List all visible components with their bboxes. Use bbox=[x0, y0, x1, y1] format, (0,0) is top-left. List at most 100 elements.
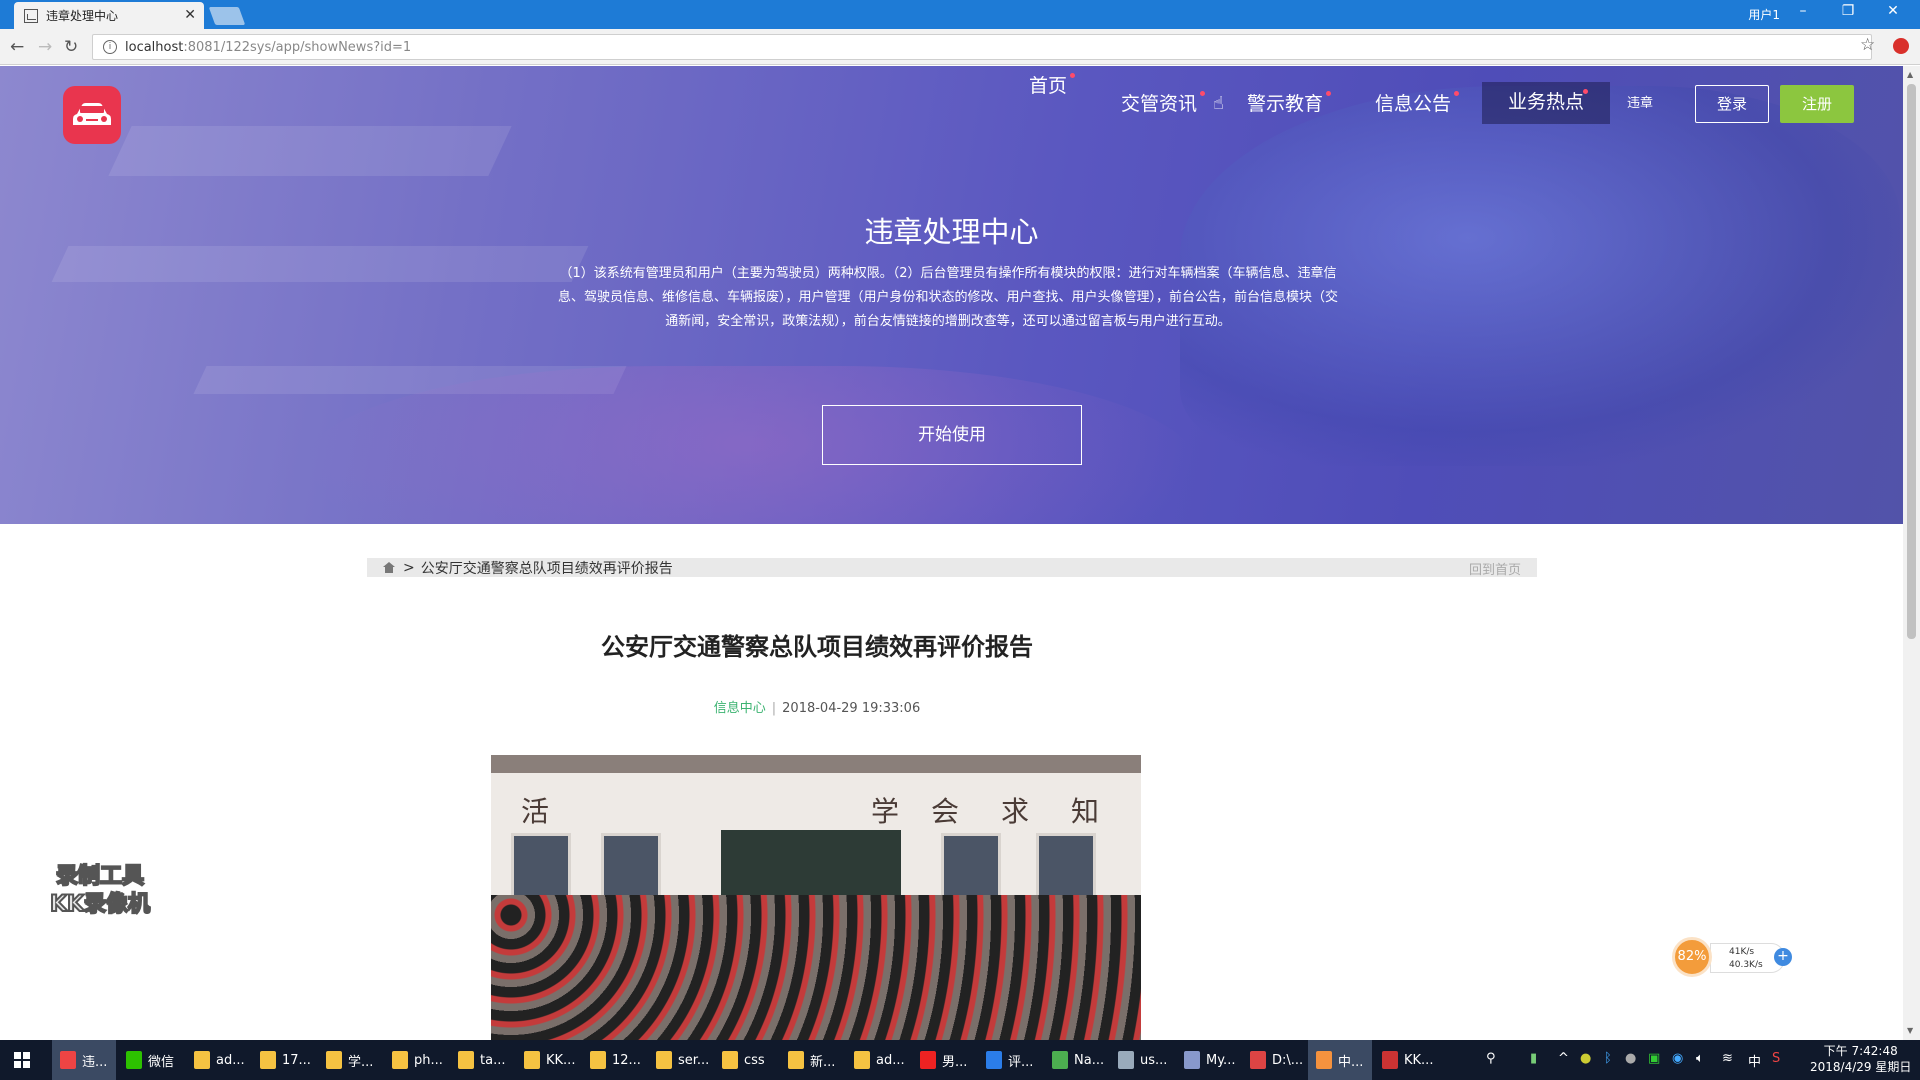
bluetooth-icon[interactable]: ᛒ bbox=[1604, 1051, 1612, 1066]
tray-app-icon[interactable]: ◉ bbox=[1672, 1051, 1683, 1066]
taskbar-app-icon bbox=[1382, 1051, 1398, 1069]
people-icon[interactable]: ⚲ bbox=[1486, 1051, 1496, 1066]
sogou-icon[interactable]: S bbox=[1772, 1051, 1780, 1066]
taskbar-item[interactable]: css bbox=[714, 1040, 778, 1080]
taskbar-item-label: 新... bbox=[810, 1054, 836, 1070]
tray-expand-icon[interactable]: ^ bbox=[1558, 1051, 1569, 1066]
taskbar-item[interactable]: ser... bbox=[648, 1040, 712, 1080]
taskbar-item-label: 17... bbox=[282, 1052, 311, 1068]
volume-icon[interactable]: 🔈︎ bbox=[1696, 1051, 1704, 1066]
taskbar-app-icon bbox=[194, 1051, 210, 1069]
article-title: 公安厅交通警察总队项目绩效再评价报告 bbox=[601, 633, 1033, 661]
nav-warning-education[interactable]: 警示教育 bbox=[1246, 84, 1331, 124]
address-bar: ← → ↻ i localhost:8081/122sys/app/showNe… bbox=[0, 29, 1920, 65]
taskbar-item[interactable]: 微信 bbox=[118, 1040, 182, 1080]
taskbar-item[interactable]: 17... bbox=[252, 1040, 316, 1080]
taskbar-item-label: us... bbox=[1140, 1052, 1168, 1068]
forward-icon[interactable]: → bbox=[38, 37, 52, 57]
cpu-usage-ball: 82% bbox=[1672, 937, 1712, 977]
nav-label: 业务热点 bbox=[1507, 91, 1584, 113]
taskbar-item[interactable]: 男... bbox=[912, 1040, 976, 1080]
home-icon[interactable] bbox=[383, 562, 395, 573]
nav-business-hot[interactable]: 业务热点 bbox=[1482, 82, 1610, 124]
tray-app-icon[interactable]: ● bbox=[1580, 1051, 1591, 1066]
browser-tab[interactable]: 违章处理中心 ✕ bbox=[14, 2, 204, 29]
window-user-label[interactable]: 用户1 bbox=[1748, 6, 1780, 23]
wifi-icon[interactable]: ≋ bbox=[1722, 1051, 1733, 1066]
windows-start-icon[interactable] bbox=[14, 1052, 30, 1068]
taskbar-item-label: css bbox=[744, 1052, 765, 1068]
info-icon[interactable]: i bbox=[103, 40, 117, 54]
nav-violation[interactable]: 违章 bbox=[1627, 84, 1653, 124]
taskbar-item[interactable]: My... bbox=[1176, 1040, 1240, 1080]
extension-icon[interactable] bbox=[1893, 38, 1909, 54]
scroll-up-icon[interactable]: ▲ bbox=[1907, 70, 1913, 79]
register-button[interactable]: 注册 bbox=[1780, 85, 1854, 123]
site-logo[interactable] bbox=[63, 86, 121, 144]
back-home-link[interactable]: 回到首页 bbox=[1469, 559, 1521, 578]
taskbar-item[interactable]: ad... bbox=[846, 1040, 910, 1080]
taskbar-item-label: Na... bbox=[1074, 1052, 1105, 1068]
page-scrollbar[interactable]: ▲ ▼ bbox=[1903, 66, 1920, 1040]
login-button[interactable]: 登录 bbox=[1695, 85, 1769, 123]
taskbar-item[interactable]: ph... bbox=[384, 1040, 448, 1080]
photo-window bbox=[1036, 833, 1096, 903]
taskbar-item[interactable]: KK... bbox=[1374, 1040, 1438, 1080]
scroll-down-icon[interactable]: ▼ bbox=[1907, 1026, 1913, 1035]
mouse-cursor-icon: ☝ bbox=[1213, 93, 1224, 114]
back-icon[interactable]: ← bbox=[10, 37, 24, 57]
taskbar-item[interactable]: us... bbox=[1110, 1040, 1174, 1080]
tab-close-icon[interactable]: ✕ bbox=[184, 7, 196, 23]
taskbar-app-icon bbox=[326, 1051, 342, 1069]
bookmark-star-icon[interactable]: ☆ bbox=[1860, 35, 1875, 55]
plus-icon[interactable]: + bbox=[1774, 948, 1792, 966]
tray-app-icon[interactable]: ● bbox=[1625, 1051, 1636, 1066]
taskbar-app-icon bbox=[1316, 1051, 1332, 1069]
taskbar-item[interactable]: KK... bbox=[516, 1040, 580, 1080]
hero-light-streak bbox=[51, 246, 589, 282]
taskbar-item[interactable]: ad... bbox=[186, 1040, 250, 1080]
taskbar-app-icon bbox=[854, 1051, 870, 1069]
taskbar-item[interactable]: D:\... bbox=[1242, 1040, 1306, 1080]
ime-indicator[interactable]: 中 bbox=[1748, 1051, 1761, 1070]
taskbar-item[interactable]: 中... bbox=[1308, 1040, 1372, 1080]
nav-traffic-news[interactable]: 交管资讯 bbox=[1120, 84, 1205, 124]
battery-icon[interactable]: ▮ bbox=[1530, 1051, 1537, 1066]
close-window-icon[interactable]: ✕ bbox=[1878, 3, 1908, 19]
tray-app-icon[interactable]: ▣ bbox=[1648, 1051, 1660, 1066]
breadcrumb-current: 公安厅交通警察总队项目绩效再评价报告 bbox=[420, 560, 673, 577]
taskbar-item[interactable]: 违... bbox=[52, 1040, 116, 1080]
taskbar-item[interactable]: Na... bbox=[1044, 1040, 1108, 1080]
photo-roof bbox=[491, 755, 1141, 773]
reload-icon[interactable]: ↻ bbox=[64, 37, 78, 57]
scroll-thumb[interactable] bbox=[1907, 84, 1916, 639]
taskbar-item-label: ad... bbox=[876, 1052, 905, 1068]
photo-sign-char: 会 bbox=[931, 795, 960, 828]
url-host: localhost bbox=[125, 39, 184, 55]
restore-icon[interactable]: ❐ bbox=[1833, 3, 1863, 19]
taskbar-item[interactable]: 新... bbox=[780, 1040, 844, 1080]
url-input[interactable]: i localhost:8081/122sys/app/showNews?id=… bbox=[92, 34, 1872, 60]
taskbar-app-icon bbox=[458, 1051, 474, 1069]
network-speed-widget[interactable]: 41K/s 40.3K/s 82% + bbox=[1672, 937, 1797, 977]
new-tab-button[interactable] bbox=[208, 7, 246, 25]
taskbar-app-icon bbox=[126, 1051, 142, 1069]
taskbar-item[interactable]: ta... bbox=[450, 1040, 514, 1080]
taskbar-item[interactable]: 12... bbox=[582, 1040, 646, 1080]
taskbar-item[interactable]: 学... bbox=[318, 1040, 382, 1080]
nav-announcements[interactable]: 信息公告 bbox=[1374, 84, 1459, 124]
minimize-icon[interactable]: – bbox=[1788, 3, 1818, 19]
taskbar-item-label: 微信 bbox=[148, 1054, 175, 1070]
recorder-watermark: 录制工具 KK录像机 bbox=[30, 863, 170, 919]
taskbar-item-label: ser... bbox=[678, 1052, 710, 1068]
clock-date: 2018/4/29 星期日 bbox=[1810, 1060, 1912, 1074]
article-source[interactable]: 信息中心 bbox=[714, 701, 766, 716]
start-button[interactable]: 开始使用 bbox=[822, 405, 1082, 465]
page-content: 首页 交管资讯 警示教育 信息公告 业务热点 违章 ☝ 登录 注册 违章处理中心… bbox=[0, 66, 1903, 1040]
car-logo-icon bbox=[73, 103, 111, 125]
nav-home[interactable]: 首页 bbox=[1028, 66, 1075, 106]
photo-sign-char: 知 bbox=[1071, 795, 1100, 828]
clock[interactable]: 下午 7:42:48 2018/4/29 星期日 bbox=[1810, 1043, 1911, 1075]
page-favicon-icon bbox=[24, 8, 38, 23]
taskbar-item[interactable]: 评... bbox=[978, 1040, 1042, 1080]
